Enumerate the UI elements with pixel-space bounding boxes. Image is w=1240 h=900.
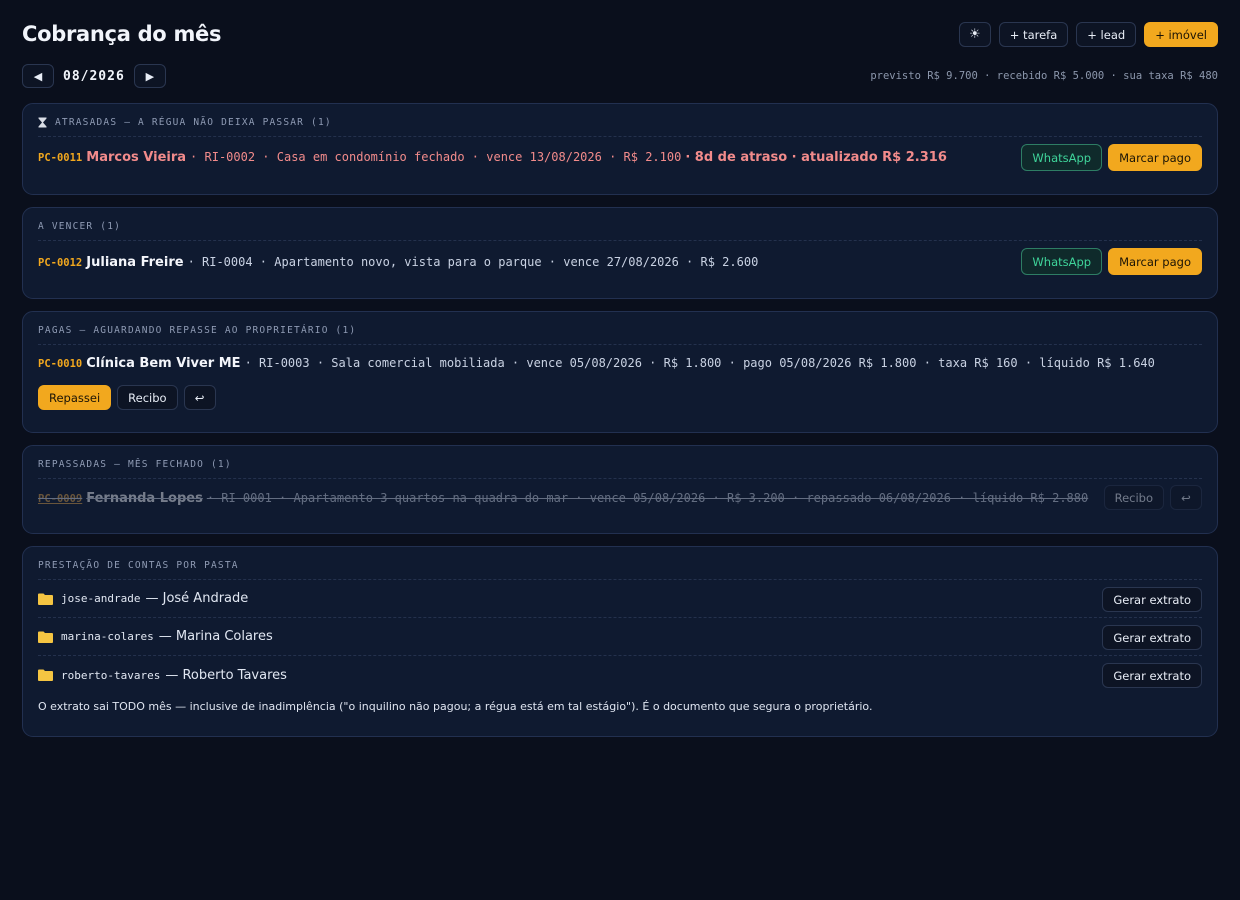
month-bar: ◀ 08/2026 ▶ previsto R$ 9.700 · recebido… <box>22 64 1218 90</box>
folder-icon <box>38 631 53 643</box>
paid-row-actions: Repassei Recibo ↩ <box>38 381 1202 410</box>
receipt-button[interactable]: Recibo <box>117 385 178 410</box>
repassei-button[interactable]: Repassei <box>38 385 112 410</box>
undo-button[interactable]: ↩ <box>183 385 216 410</box>
whatsapp-button[interactable]: WhatsApp <box>1021 144 1103 171</box>
sun-icon: ☀ <box>968 27 981 42</box>
tenant-name: Fernanda Lopes <box>86 490 203 506</box>
statements-footnote: O extrato sai TODO mês — inclusive de in… <box>38 700 873 713</box>
paid-section-title: PAGAS — AGUARDANDO REPASSE AO PROPRIETÁR… <box>38 325 357 336</box>
top-bar: Cobrança do mês ☀ + tarefa + lead + imóv… <box>22 20 1218 52</box>
folder-slug: marina-colares <box>61 630 154 643</box>
folder-actions: Gerar extrato <box>1102 587 1202 612</box>
transferred-row-actions: Recibo ↩ <box>1103 485 1202 510</box>
late-row-actions: WhatsApp Marcar pago <box>1021 144 1202 171</box>
undo-button[interactable]: ↩ <box>1170 485 1202 510</box>
folder-row: marina-colares — Marina Colares Gerar ex… <box>38 618 1202 656</box>
due-row-actions: WhatsApp Marcar pago <box>1021 248 1202 275</box>
statements-section: PRESTAÇÃO DE CONTAS POR PASTA jose-andra… <box>22 546 1218 737</box>
late-charge-text: PC-0011 Marcos Vieira · RI-0002 · Casa e… <box>38 150 947 165</box>
generate-statement-button[interactable]: Gerar extrato <box>1102 587 1202 612</box>
folder-row: jose-andrade — José Andrade Gerar extrat… <box>38 580 1202 618</box>
next-month-button[interactable]: ▶ <box>133 64 166 88</box>
charge-meta: · RI-0001 · Apartamento 3 quartos na qua… <box>206 490 1089 505</box>
add-lead-button[interactable]: + lead <box>1076 22 1137 47</box>
receipt-button[interactable]: Recibo <box>1103 485 1164 510</box>
late-charge-row: PC-0011 Marcos Vieira · RI-0002 · Casa e… <box>38 137 1202 177</box>
paid-charge-row: PC-0010 Clínica Bem Viver ME · RI-0003 ·… <box>38 345 1202 381</box>
folder-owner: — José Andrade <box>145 591 249 606</box>
transferred-charge-text: PC-0009 Fernanda Lopes · RI-0001 · Apart… <box>38 491 1088 506</box>
charge-meta: · RI-0002 · Casa em condomínio fechado ·… <box>190 149 682 164</box>
late-section-title: ATRASADAS — A RÉGUA NÃO DEIXA PASSAR (1) <box>55 117 332 128</box>
month-summary: previsto R$ 9.700 · recebido R$ 5.000 · … <box>870 70 1218 82</box>
tenant-name: Juliana Freire <box>86 254 184 270</box>
charge-meta: · RI-0003 · Sala comercial mobiliada · v… <box>244 355 1155 370</box>
month-label: 08/2026 <box>63 68 125 84</box>
transferred-charge-row: PC-0009 Fernanda Lopes · RI-0001 · Apart… <box>38 479 1202 517</box>
folder-actions: Gerar extrato <box>1102 625 1202 650</box>
due-charge-text: PC-0012 Juliana Freire · RI-0004 · Apart… <box>38 255 758 270</box>
statements-section-title: PRESTAÇÃO DE CONTAS POR PASTA <box>38 560 239 571</box>
charge-meta: · RI-0004 · Apartamento novo, vista para… <box>187 254 759 269</box>
due-charge-row: PC-0012 Juliana Freire · RI-0004 · Apart… <box>38 241 1202 283</box>
paid-charge-text: PC-0010 Clínica Bem Viver ME · RI-0003 ·… <box>38 356 1155 371</box>
page-title: Cobrança do mês <box>22 22 222 46</box>
mark-paid-button[interactable]: Marcar pago <box>1108 144 1202 171</box>
transferred-section-title: REPASSADAS — MÊS FECHADO (1) <box>38 459 232 470</box>
late-section: ATRASADAS — A RÉGUA NÃO DEIXA PASSAR (1)… <box>22 103 1218 195</box>
late-alert: · 8d de atraso · atualizado R$ 2.316 <box>685 149 947 165</box>
due-section-title: A VENCER (1) <box>38 221 122 232</box>
due-section-header: A VENCER (1) <box>38 208 1202 241</box>
due-section: A VENCER (1) PC-0012 Juliana Freire · RI… <box>22 207 1218 299</box>
charge-code: PC-0010 <box>38 357 83 370</box>
undo-icon: ↩ <box>1181 490 1191 505</box>
undo-icon: ↩ <box>194 390 205 405</box>
prev-month-button[interactable]: ◀ <box>22 64 54 88</box>
folder-owner: — Marina Colares <box>158 629 273 644</box>
charge-code: PC-0009 <box>38 492 83 505</box>
charge-code: PC-0011 <box>38 151 83 164</box>
folder-actions: Gerar extrato <box>1102 663 1202 688</box>
month-nav: ◀ 08/2026 ▶ <box>22 64 166 88</box>
folder-icon <box>38 593 53 605</box>
add-task-button[interactable]: + tarefa <box>998 22 1069 47</box>
add-property-button[interactable]: + imóvel <box>1144 22 1218 47</box>
tenant-name: Marcos Vieira <box>86 149 187 165</box>
paid-section: PAGAS — AGUARDANDO REPASSE AO PROPRIETÁR… <box>22 311 1218 433</box>
folder-icon <box>38 669 53 681</box>
charge-code: PC-0012 <box>38 256 83 269</box>
tenant-name: Clínica Bem Viver ME <box>86 355 241 371</box>
generate-statement-button[interactable]: Gerar extrato <box>1102 625 1202 650</box>
paid-section-header: PAGAS — AGUARDANDO REPASSE AO PROPRIETÁR… <box>38 312 1202 345</box>
triangle-right-icon: ▶ <box>145 69 155 83</box>
mark-paid-button[interactable]: Marcar pago <box>1108 248 1202 275</box>
folder-slug: roberto-tavares <box>61 668 161 682</box>
folder-slug: jose-andrade <box>61 592 141 605</box>
top-actions: ☀ + tarefa + lead + imóvel <box>958 22 1218 47</box>
triangle-left-icon: ◀ <box>33 69 43 83</box>
hourglass-icon <box>38 117 47 128</box>
transferred-section: REPASSADAS — MÊS FECHADO (1) PC-0009 Fer… <box>22 445 1218 534</box>
late-section-header: ATRASADAS — A RÉGUA NÃO DEIXA PASSAR (1) <box>38 104 1202 137</box>
statements-section-header: PRESTAÇÃO DE CONTAS POR PASTA <box>38 547 1202 580</box>
generate-statement-button[interactable]: Gerar extrato <box>1102 663 1202 688</box>
folder-row: roberto-tavares — Roberto Tavares Gerar … <box>38 656 1202 694</box>
folder-owner: — Roberto Tavares <box>165 667 287 683</box>
whatsapp-button[interactable]: WhatsApp <box>1021 248 1103 275</box>
theme-toggle-button[interactable]: ☀ <box>958 22 991 47</box>
transferred-section-header: REPASSADAS — MÊS FECHADO (1) <box>38 446 1202 479</box>
